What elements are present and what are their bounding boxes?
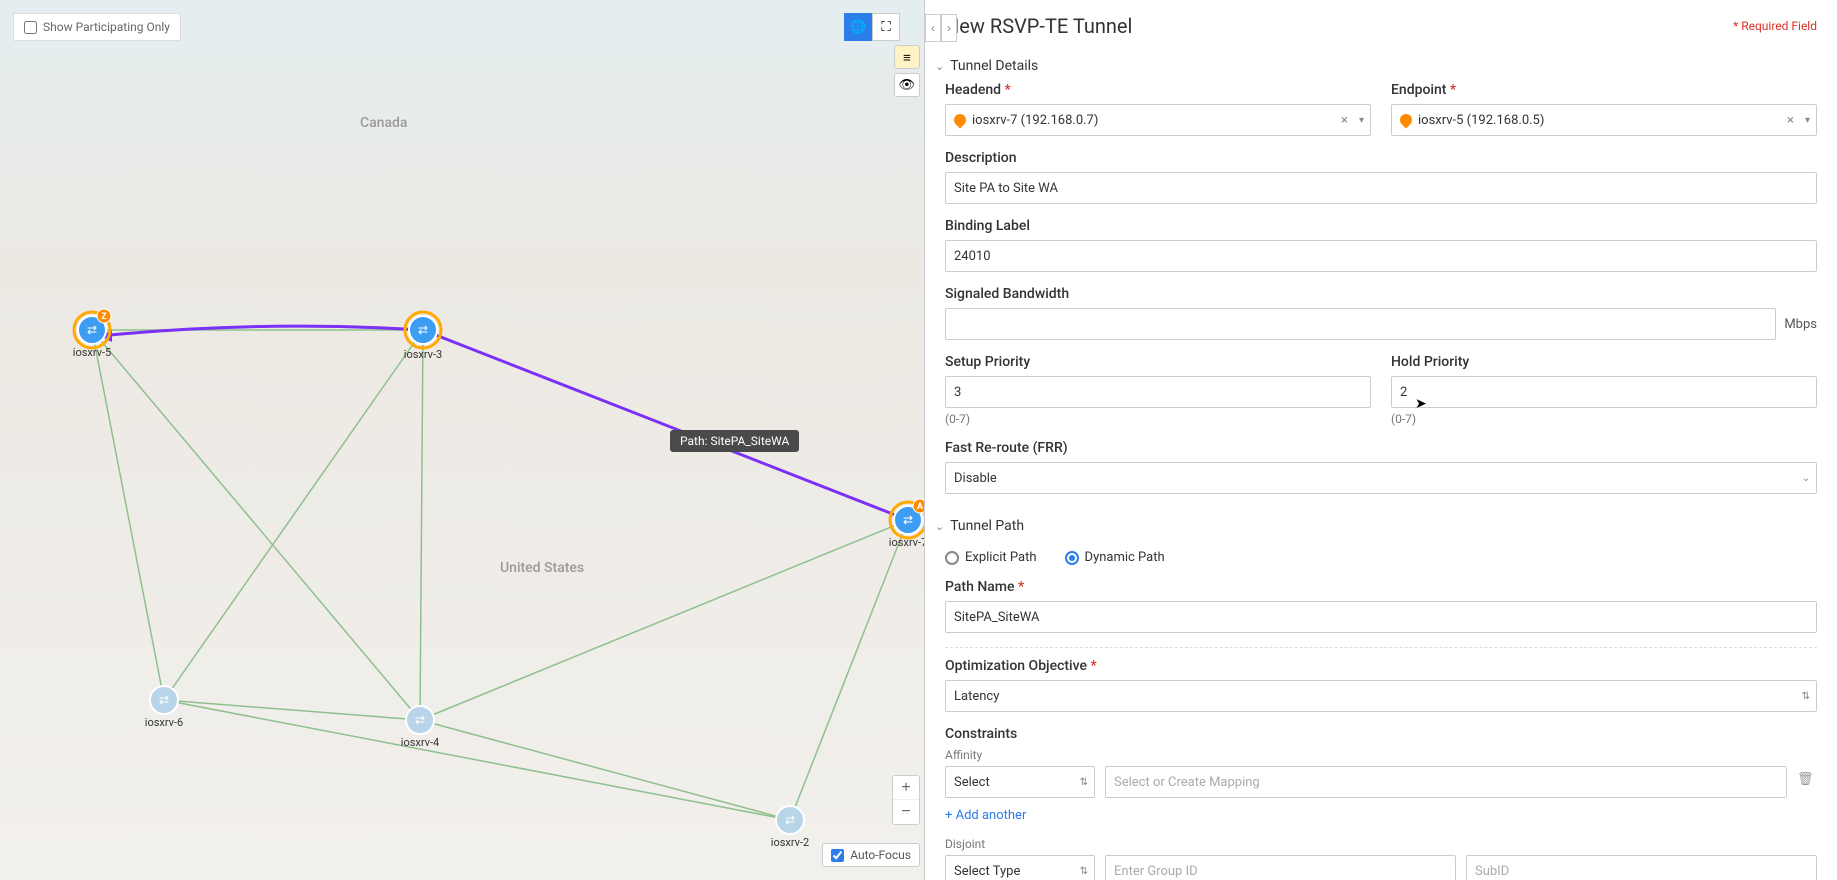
- chevron-down-icon: ⌄: [935, 60, 944, 73]
- signaled-bw-unit: Mbps: [1784, 317, 1817, 332]
- affinity-sublabel: Affinity: [945, 748, 1817, 762]
- path-name-input[interactable]: [945, 601, 1817, 633]
- node-iosxrv-7[interactable]: ⇄ A iosxrv-7: [889, 499, 924, 549]
- trash-icon[interactable]: 🗑: [1797, 772, 1817, 792]
- constraints-label: Constraints: [945, 726, 1817, 742]
- pin-icon: [1398, 112, 1415, 129]
- disjoint-type-select[interactable]: Select Type ⇅: [945, 855, 1095, 880]
- setup-priority-hint: (0-7): [945, 412, 1371, 426]
- panel-collapse-handle: ‹ ›: [925, 14, 957, 42]
- svg-text:iosxrv-4: iosxrv-4: [401, 736, 439, 749]
- cursor-icon: ➤: [1415, 396, 1427, 412]
- clear-icon[interactable]: ×: [1787, 113, 1794, 128]
- network-link: [420, 720, 790, 820]
- network-link: [164, 700, 420, 720]
- dynamic-path-radio[interactable]: Dynamic Path: [1065, 550, 1165, 565]
- hold-priority-hint: (0-7): [1391, 412, 1817, 426]
- panel-collapse-right-button[interactable]: ›: [941, 14, 957, 42]
- caret-down-icon: ▾: [1805, 115, 1810, 126]
- network-link: [420, 520, 908, 720]
- optimization-label: Optimization Objective *: [945, 658, 1817, 674]
- optimization-select[interactable]: Latency ⇅: [945, 680, 1817, 712]
- pin-icon: [952, 112, 969, 129]
- svg-text:iosxrv-6: iosxrv-6: [145, 716, 183, 729]
- explicit-path-radio[interactable]: Explicit Path: [945, 550, 1037, 565]
- endpoint-label: Endpoint *: [1391, 82, 1817, 98]
- section-tunnel-details[interactable]: ⌄ Tunnel Details: [925, 48, 1837, 82]
- caret-down-icon: ▾: [1359, 115, 1364, 126]
- node-iosxrv-6[interactable]: ⇄ iosxrv-6: [145, 686, 183, 729]
- page-title: New RSVP-TE Tunnel: [945, 14, 1132, 38]
- updown-icon: ⇅: [1080, 866, 1088, 877]
- svg-text:⇄: ⇄: [159, 693, 169, 707]
- required-field-note: * Required Field: [1733, 19, 1817, 33]
- radio-icon: [1065, 551, 1079, 565]
- network-link: [92, 330, 164, 700]
- svg-text:⇄: ⇄: [903, 513, 913, 527]
- add-constraint-link[interactable]: + Add another: [945, 808, 1026, 823]
- description-label: Description: [945, 150, 1817, 166]
- separator: [945, 647, 1817, 648]
- updown-icon: ⇅: [1802, 691, 1810, 702]
- hold-priority-input[interactable]: [1391, 376, 1817, 408]
- endpoint-select[interactable]: iosxrv-5 (192.168.0.5) × ▾: [1391, 104, 1817, 136]
- disjoint-group-input[interactable]: [1105, 855, 1456, 880]
- tunnel-path-segment: [423, 330, 908, 520]
- svg-text:⇄: ⇄: [87, 323, 97, 337]
- network-link: [420, 330, 423, 720]
- updown-icon: ⇅: [1080, 777, 1088, 788]
- panel-collapse-left-button[interactable]: ‹: [925, 14, 941, 42]
- frr-select[interactable]: Disable ⌄: [945, 462, 1817, 494]
- caret-down-icon: ⌄: [1802, 473, 1810, 484]
- clear-icon[interactable]: ×: [1341, 113, 1348, 128]
- signaled-bw-input[interactable]: [945, 308, 1776, 340]
- description-input[interactable]: [945, 172, 1817, 204]
- tunnel-path-segment: [100, 326, 423, 336]
- svg-text:Z: Z: [101, 312, 107, 322]
- form-panel: New RSVP-TE Tunnel * Required Field ⌄ Tu…: [925, 0, 1837, 880]
- node-iosxrv-2[interactable]: ⇄ iosxrv-2: [771, 806, 809, 849]
- svg-text:iosxrv-5: iosxrv-5: [73, 346, 111, 359]
- headend-label: Headend *: [945, 82, 1371, 98]
- svg-text:⇄: ⇄: [415, 713, 425, 727]
- svg-text:iosxrv-7: iosxrv-7: [889, 536, 924, 549]
- chevron-down-icon: ⌄: [935, 520, 944, 533]
- hold-priority-label: Hold Priority: [1391, 354, 1817, 370]
- network-link: [164, 700, 790, 820]
- node-iosxrv-5[interactable]: ⇄ Z iosxrv-5: [73, 309, 111, 359]
- svg-text:iosxrv-3: iosxrv-3: [404, 348, 442, 361]
- affinity-mapping-input[interactable]: [1105, 766, 1787, 798]
- frr-label: Fast Re-route (FRR): [945, 440, 1817, 456]
- affinity-select[interactable]: Select ⇅: [945, 766, 1095, 798]
- binding-label-input[interactable]: [945, 240, 1817, 272]
- map-panel[interactable]: Canada United States Show Participating …: [0, 0, 925, 880]
- binding-label-label: Binding Label: [945, 218, 1817, 234]
- setup-priority-input[interactable]: [945, 376, 1371, 408]
- network-link: [92, 330, 420, 720]
- node-iosxrv-4[interactable]: ⇄ iosxrv-4: [401, 706, 439, 749]
- svg-text:⇄: ⇄: [785, 813, 795, 827]
- section-tunnel-path[interactable]: ⌄ Tunnel Path: [925, 508, 1837, 542]
- svg-text:iosxrv-2: iosxrv-2: [771, 836, 809, 849]
- signaled-bw-label: Signaled Bandwidth: [945, 286, 1817, 302]
- setup-priority-label: Setup Priority: [945, 354, 1371, 370]
- path-name-label: Path Name *: [945, 579, 1817, 595]
- path-tooltip: Path: SitePA_SiteWA: [670, 430, 799, 452]
- disjoint-subid-input[interactable]: [1466, 855, 1817, 880]
- headend-select[interactable]: iosxrv-7 (192.168.0.7) × ▾: [945, 104, 1371, 136]
- svg-text:A: A: [917, 502, 924, 512]
- disjoint-sublabel: Disjoint: [945, 837, 1817, 851]
- network-link: [790, 520, 908, 820]
- node-iosxrv-3[interactable]: ⇄ iosxrv-3: [404, 312, 442, 361]
- svg-text:⇄: ⇄: [418, 323, 428, 337]
- network-link: [164, 330, 423, 700]
- radio-icon: [945, 551, 959, 565]
